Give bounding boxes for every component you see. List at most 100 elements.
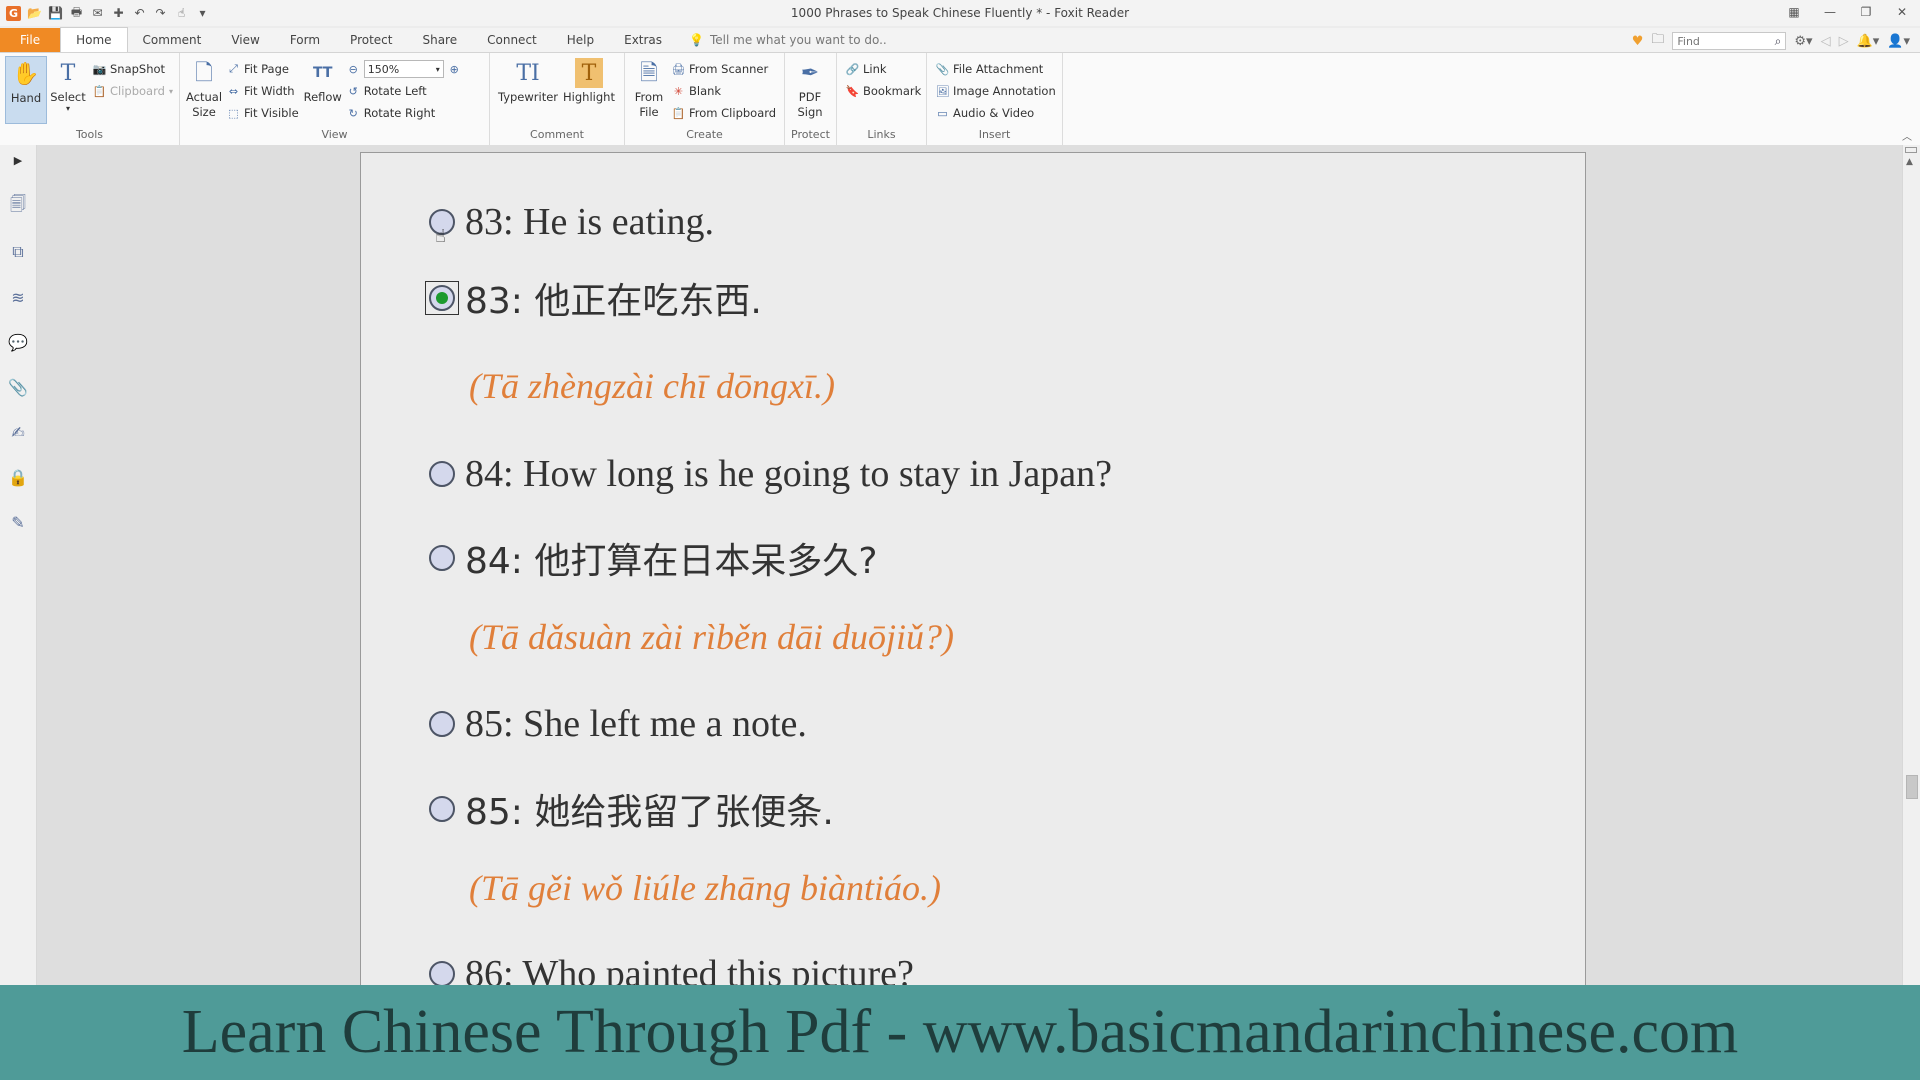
tab-home[interactable]: Home: [60, 27, 128, 52]
next-result-icon[interactable]: ▷: [1839, 34, 1849, 49]
phrase-text: 83: 他正在吃东西.: [465, 281, 762, 322]
radio-button[interactable]: [429, 796, 455, 822]
promo-banner: Learn Chinese Through Pdf - www.basicman…: [0, 985, 1920, 1080]
reflow-label: Reflow: [303, 90, 342, 104]
actual-size-icon: 🗋: [195, 60, 213, 86]
digital-sign-icon[interactable]: ✎: [9, 513, 27, 532]
attachments-icon[interactable]: 📎: [8, 378, 28, 397]
minimize-button[interactable]: —: [1812, 0, 1848, 24]
tools-small-buttons: 📷 SnapShot 📋 Clipboard ▾: [93, 56, 173, 101]
tab-connect[interactable]: Connect: [472, 28, 552, 52]
zoom-out-icon[interactable]: ⊖: [347, 63, 360, 76]
notification-bell-icon[interactable]: 🔔▾: [1857, 34, 1880, 49]
radio-button[interactable]: [429, 711, 455, 737]
radio-button[interactable]: [429, 961, 455, 985]
tab-help[interactable]: Help: [552, 28, 609, 52]
hand-icon: ✋: [12, 61, 40, 87]
save-icon[interactable]: 💾: [48, 6, 63, 21]
ribbon-display-icon[interactable]: ▦: [1776, 0, 1812, 24]
pages-icon[interactable]: ⧉: [9, 242, 27, 261]
app-logo-icon[interactable]: G: [6, 5, 21, 21]
bookmarks-icon[interactable]: 🗐: [9, 194, 27, 215]
scroll-thumb[interactable]: [1906, 775, 1918, 799]
tab-share[interactable]: Share: [407, 28, 472, 52]
reflow-button[interactable]: TT Reflow: [303, 56, 343, 105]
search-settings-icon[interactable]: ⚙▾: [1794, 34, 1812, 49]
phrase-line: 83: He is eating.: [429, 200, 714, 244]
tab-form[interactable]: Form: [275, 28, 335, 52]
tab-file[interactable]: File: [0, 28, 61, 52]
restore-button[interactable]: ❐: [1848, 0, 1884, 24]
from-clipboard-button[interactable]: 📋 From Clipboard: [672, 103, 776, 123]
ribbon-collapse-icon[interactable]: ︿: [1902, 128, 1912, 143]
blank-page-icon: ✳: [673, 84, 684, 98]
typewriter-button[interactable]: TI Typewriter: [495, 56, 561, 105]
phrase-text: 85: 她给我留了张便条.: [465, 792, 834, 833]
from-file-button[interactable]: 🗎 From File: [630, 56, 668, 120]
customize-dropdown-icon[interactable]: ▾: [195, 6, 210, 21]
audio-video-button[interactable]: ▭ Audio & Video: [936, 103, 1056, 123]
comments-icon[interactable]: 💬: [8, 333, 28, 352]
vertical-scrollbar[interactable]: ▲: [1902, 145, 1920, 985]
tab-comment[interactable]: Comment: [128, 28, 217, 52]
select-button[interactable]: T Select ▾: [47, 56, 89, 113]
highlight-button[interactable]: T Highlight: [561, 56, 617, 105]
tell-me-text: Tell me what you want to do..: [710, 33, 887, 47]
scroll-up-icon[interactable]: ▲: [1906, 157, 1913, 167]
hand-tool-icon[interactable]: ☝: [174, 6, 189, 21]
clipboard-button[interactable]: 📋 Clipboard ▾: [93, 81, 173, 101]
heart-icon[interactable]: ♥: [1632, 34, 1644, 49]
link-button[interactable]: 🔗 Link: [846, 59, 921, 79]
layers-icon[interactable]: ≋: [9, 288, 27, 307]
bookmark-icon: 🔖: [845, 84, 860, 98]
new-icon[interactable]: ✚: [111, 6, 126, 21]
tab-view[interactable]: View: [216, 28, 274, 52]
fit-visible-button[interactable]: ⬚ Fit Visible: [227, 103, 298, 123]
email-icon[interactable]: ✉: [90, 6, 105, 21]
expand-panel-icon[interactable]: ▶: [9, 151, 27, 169]
snapshot-button[interactable]: 📷 SnapShot: [93, 59, 173, 79]
scanner-icon: 🖨: [671, 62, 686, 76]
open-icon[interactable]: 📂: [27, 6, 42, 21]
from-scanner-button[interactable]: 🖨 From Scanner: [672, 59, 776, 79]
find-input[interactable]: [1677, 34, 1768, 48]
fit-page-button[interactable]: ⤢ Fit Page: [227, 59, 299, 79]
close-button[interactable]: ✕: [1884, 0, 1920, 24]
pdf-sign-button[interactable]: ✒ PDF Sign: [790, 56, 830, 120]
file-attachment-button[interactable]: 📎 File Attachment: [936, 59, 1056, 79]
radio-button-selected[interactable]: [425, 281, 459, 315]
blank-button[interactable]: ✳ Blank: [672, 81, 776, 101]
phrase-text: 83: He is eating.: [465, 201, 715, 243]
rotate-left-button[interactable]: ↺ Rotate Left: [347, 81, 461, 101]
clipboard-dropdown-icon: ▾: [168, 86, 173, 96]
scroll-split-icon[interactable]: [1905, 147, 1917, 153]
previous-result-icon[interactable]: ◁: [1821, 34, 1831, 49]
fit-width-button[interactable]: ⇔ Fit Width: [227, 81, 299, 101]
print-icon[interactable]: 🖶: [69, 5, 84, 21]
rotate-right-button[interactable]: ↻ Rotate Right: [347, 103, 461, 123]
user-account-icon[interactable]: 👤▾: [1887, 34, 1910, 49]
image-annotation-button[interactable]: 🖼 Image Annotation: [936, 81, 1056, 101]
menu-bar: File Home Comment View Form Protect Shar…: [0, 27, 1920, 52]
zoom-in-icon[interactable]: ⊕: [448, 63, 461, 76]
tell-me-box[interactable]: 💡 Tell me what you want to do..: [689, 28, 887, 52]
hand-button[interactable]: ✋ Hand: [5, 56, 47, 124]
radio-button[interactable]: [429, 461, 455, 487]
phrase-text: 85: She left me a note.: [465, 703, 807, 745]
zoom-select[interactable]: 150% ▾: [363, 60, 444, 78]
find-field[interactable]: ⌕: [1672, 32, 1787, 50]
link-label: Link: [863, 62, 887, 76]
signatures-icon[interactable]: ✍: [9, 423, 27, 442]
redo-icon[interactable]: ↷: [153, 6, 168, 21]
document-view[interactable]: 83: He is eating. 83: 他正在吃东西. (Tā zhèngz…: [37, 145, 1903, 985]
pdf-page: 83: He is eating. 83: 他正在吃东西. (Tā zhèngz…: [360, 152, 1586, 985]
bookmark-button[interactable]: 🔖 Bookmark: [845, 81, 922, 101]
security-lock-icon[interactable]: 🔒: [8, 468, 28, 487]
undo-icon[interactable]: ↶: [132, 6, 147, 21]
folder-search-icon[interactable]: 🗀: [1651, 30, 1664, 52]
tab-protect[interactable]: Protect: [335, 28, 407, 52]
actual-size-button[interactable]: 🗋 Actual Size: [185, 56, 223, 120]
tab-extras[interactable]: Extras: [609, 28, 677, 52]
radio-button[interactable]: [429, 545, 455, 571]
search-icon[interactable]: ⌕: [1775, 34, 1782, 49]
